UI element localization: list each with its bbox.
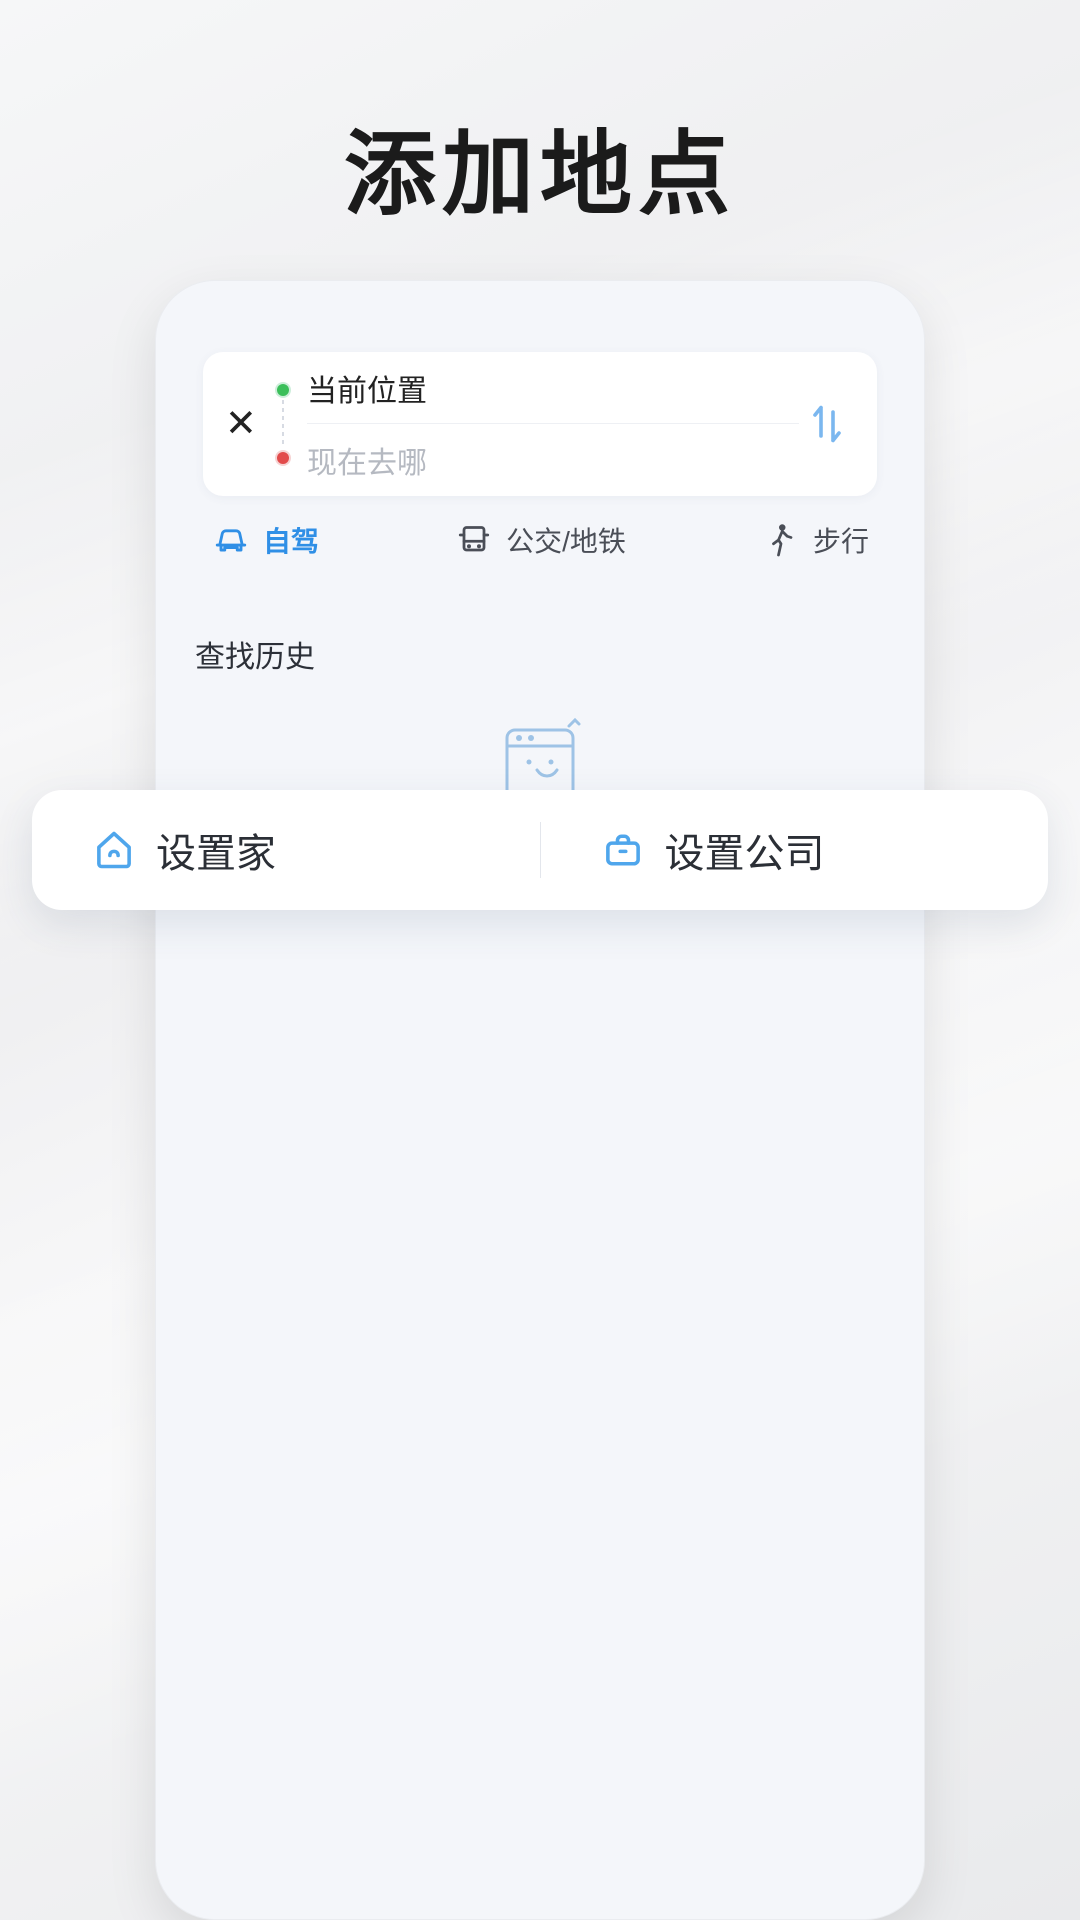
swap-button[interactable]	[799, 352, 855, 496]
home-icon	[92, 828, 136, 872]
origin-field[interactable]: 当前位置	[307, 352, 799, 424]
route-card: ✕ 当前位置 现在去哪	[203, 352, 877, 496]
route-fields: 当前位置 现在去哪	[291, 352, 799, 496]
car-icon	[211, 520, 251, 560]
page-headline: 添加地点	[0, 100, 1080, 233]
quick-destinations: 设置家 设置公司	[32, 790, 1048, 910]
mode-walk[interactable]: 步行	[761, 520, 869, 560]
walk-icon	[761, 520, 801, 560]
close-icon[interactable]: ✕	[225, 405, 273, 443]
bus-icon	[454, 520, 494, 560]
set-company-label: 设置公司	[665, 821, 825, 879]
destination-dot-icon	[277, 452, 289, 464]
route-connector-line	[282, 400, 284, 448]
mode-walk-label: 步行	[813, 520, 869, 560]
briefcase-icon	[601, 828, 645, 872]
history-title: 查找历史	[185, 628, 895, 676]
set-home-button[interactable]: 设置家	[32, 821, 540, 879]
mode-transit[interactable]: 公交/地铁	[454, 520, 626, 560]
origin-dot-icon	[277, 384, 289, 396]
route-dots	[273, 352, 291, 496]
mode-transit-label: 公交/地铁	[506, 520, 626, 560]
transport-modes: 自驾 公交/地铁 步行	[203, 520, 877, 560]
destination-field[interactable]: 现在去哪	[307, 424, 799, 496]
mode-drive-label: 自驾	[263, 520, 319, 560]
swap-icon	[809, 402, 845, 446]
phone-frame: ✕ 当前位置 现在去哪 自驾 公	[155, 280, 925, 1920]
set-home-label: 设置家	[156, 821, 276, 879]
set-company-button[interactable]: 设置公司	[541, 821, 1049, 879]
mode-drive[interactable]: 自驾	[211, 520, 319, 560]
